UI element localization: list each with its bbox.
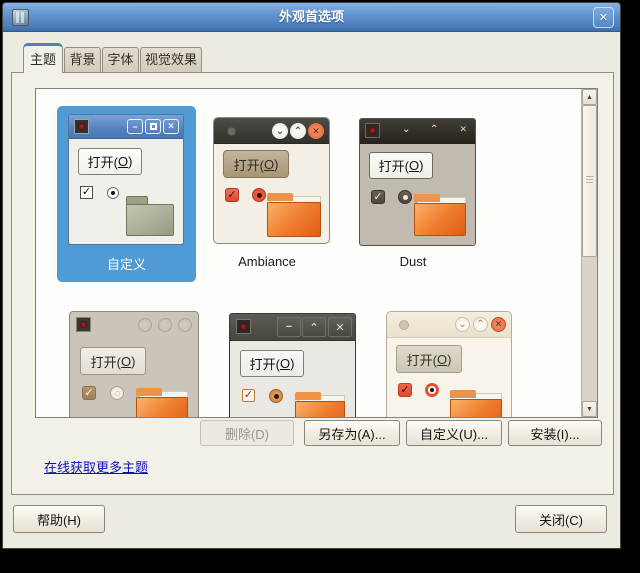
folder-icon (267, 193, 321, 237)
theme-list-viewport: − ✕ 打开(O) ✓ 自定义 ⌄ ⌃ ✕ 打开(O) ✓ Ambianc… (36, 89, 581, 417)
theme-preview-window: − ✕ 打开(O) ✓ (68, 114, 184, 245)
preview-radio (269, 389, 283, 403)
preview-checkbox: ✓ (242, 389, 255, 402)
preview-checkbox: ✓ (398, 383, 412, 397)
close-icon: ✕ (491, 317, 506, 332)
arrow-down-icon: ▼ (586, 405, 593, 413)
window-menu-dot-icon (399, 320, 409, 330)
window-title: 外观首选项 (278, 9, 344, 24)
folder-icon (136, 388, 188, 417)
close-icon (178, 318, 192, 332)
check-icon: ✓ (227, 189, 237, 201)
preview-titlebar: − ✕ (69, 115, 183, 139)
scroll-up-button[interactable]: ▲ (582, 89, 597, 105)
preview-open-button: 打开(O) (223, 150, 289, 178)
maximize-icon (158, 318, 172, 332)
tab-fonts[interactable]: 字体 (102, 47, 139, 72)
scroll-down-button[interactable]: ▼ (582, 401, 597, 417)
preview-radio (107, 187, 119, 199)
theme-name: Dust (399, 254, 427, 269)
theme-preview-window: ⌄ ⌃ ✕ 打开(O) ✓ (359, 118, 476, 246)
folder-icon (450, 390, 502, 417)
preview-checkbox: ✓ (82, 386, 96, 400)
check-icon: ✓ (81, 186, 92, 198)
appearance-preferences-dialog: 外观首选项 ✕ 主题 背景 字体 视觉效果 − ✕ 打开(O) ✓ 自定义 … (2, 2, 621, 549)
theme-tile[interactable]: ⌄ ⌃ ✕ 打开(O) ✓ (386, 311, 512, 417)
delete-theme-button: 删除(D) (200, 420, 294, 446)
close-icon: ✕ (308, 123, 324, 139)
close-icon: ✕ (459, 124, 467, 134)
minimize-icon: − (277, 317, 301, 337)
minimize-icon (138, 318, 152, 332)
minimize-icon: ⌄ (455, 317, 470, 332)
install-theme-button[interactable]: 安装(I)... (508, 420, 602, 446)
theme-preview-window: ⌄ ⌃ ✕ 打开(O) ✓ (213, 117, 330, 244)
customize-theme-button[interactable]: 自定义(U)... (406, 420, 502, 446)
window-titlebar[interactable]: 外观首选项 ✕ (3, 3, 620, 32)
window-menu-icon (76, 317, 91, 332)
help-button[interactable]: 帮助(H) (13, 505, 105, 533)
minimize-icon: − (127, 119, 143, 134)
theme-name: Ambiance (238, 254, 296, 269)
tab-theme[interactable]: 主题 (23, 43, 63, 73)
theme-list-frame: − ✕ 打开(O) ✓ 自定义 ⌄ ⌃ ✕ 打开(O) ✓ Ambianc… (35, 88, 598, 418)
minimize-icon: ⌄ (402, 124, 411, 135)
theme-tile-dust[interactable]: ⌄ ⌃ ✕ 打开(O) ✓ Dust (343, 106, 483, 282)
folder-icon (126, 196, 174, 236)
preview-radio (425, 383, 439, 397)
folder-icon (414, 194, 466, 236)
vertical-scrollbar[interactable]: ▲ ▼ (581, 89, 597, 417)
theme-tile[interactable]: 打开(O) ✓ (69, 311, 199, 417)
close-button[interactable]: 关闭(C) (515, 505, 607, 533)
maximize-icon: ⌃ (302, 317, 326, 337)
get-more-themes-link[interactable]: 在线获取更多主题 (44, 457, 148, 476)
theme-name: 自定义 (106, 257, 146, 272)
folder-icon (295, 392, 345, 417)
preview-open-button: 打开(O) (80, 347, 146, 375)
preview-titlebar: ⌄ ⌃ ✕ (387, 312, 511, 338)
maximize-icon: ⌃ (430, 124, 439, 135)
close-icon: ✕ (163, 119, 179, 134)
preview-open-button: 打开(O) (396, 345, 462, 373)
preview-open-button: 打开(O) (78, 148, 142, 175)
preview-open-button: 打开(O) (369, 152, 433, 179)
preview-radio (398, 190, 412, 204)
minimize-icon: ⌄ (272, 123, 288, 139)
window-menu-icon (236, 319, 251, 334)
preview-titlebar: − ⌃ ✕ (230, 314, 355, 341)
window-menu-dot-icon (227, 127, 236, 136)
check-icon: ✓ (400, 384, 410, 396)
preview-titlebar: ⌄ ⌃ ✕ (360, 119, 475, 144)
preview-radio (110, 386, 124, 400)
theme-tile-custom[interactable]: − ✕ 打开(O) ✓ 自定义 (57, 106, 196, 282)
window-menu-icon (365, 123, 380, 138)
check-icon: ✓ (373, 191, 383, 203)
tab-visual-effects[interactable]: 视觉效果 (140, 47, 202, 72)
tab-background[interactable]: 背景 (64, 47, 101, 72)
check-icon: ✓ (84, 387, 94, 399)
check-icon: ✓ (243, 389, 254, 401)
window-menu-icon (74, 119, 89, 134)
close-icon: ✕ (598, 12, 609, 24)
save-as-button[interactable]: 另存为(A)... (304, 420, 400, 446)
maximize-icon (145, 119, 161, 134)
maximize-icon: ⌃ (473, 317, 488, 332)
preview-checkbox: ✓ (225, 188, 239, 202)
preview-titlebar: ⌄ ⌃ ✕ (214, 118, 329, 144)
close-icon: ✕ (328, 317, 352, 337)
scrollbar-grip (586, 176, 593, 184)
preview-checkbox: ✓ (80, 186, 93, 199)
preview-checkbox: ✓ (371, 190, 385, 204)
preview-open-button: 打开(O) (240, 350, 304, 377)
arrow-up-icon: ▲ (586, 93, 593, 101)
window-close-button[interactable]: ✕ (593, 7, 614, 28)
theme-tab-panel: − ✕ 打开(O) ✓ 自定义 ⌄ ⌃ ✕ 打开(O) ✓ Ambianc… (11, 72, 614, 495)
maximize-icon: ⌃ (290, 123, 306, 139)
theme-tile[interactable]: − ⌃ ✕ 打开(O) ✓ (229, 313, 356, 417)
preview-radio (252, 188, 266, 202)
scrollbar-thumb[interactable] (582, 105, 597, 257)
theme-tile-ambiance[interactable]: ⌄ ⌃ ✕ 打开(O) ✓ Ambiance (197, 106, 337, 282)
